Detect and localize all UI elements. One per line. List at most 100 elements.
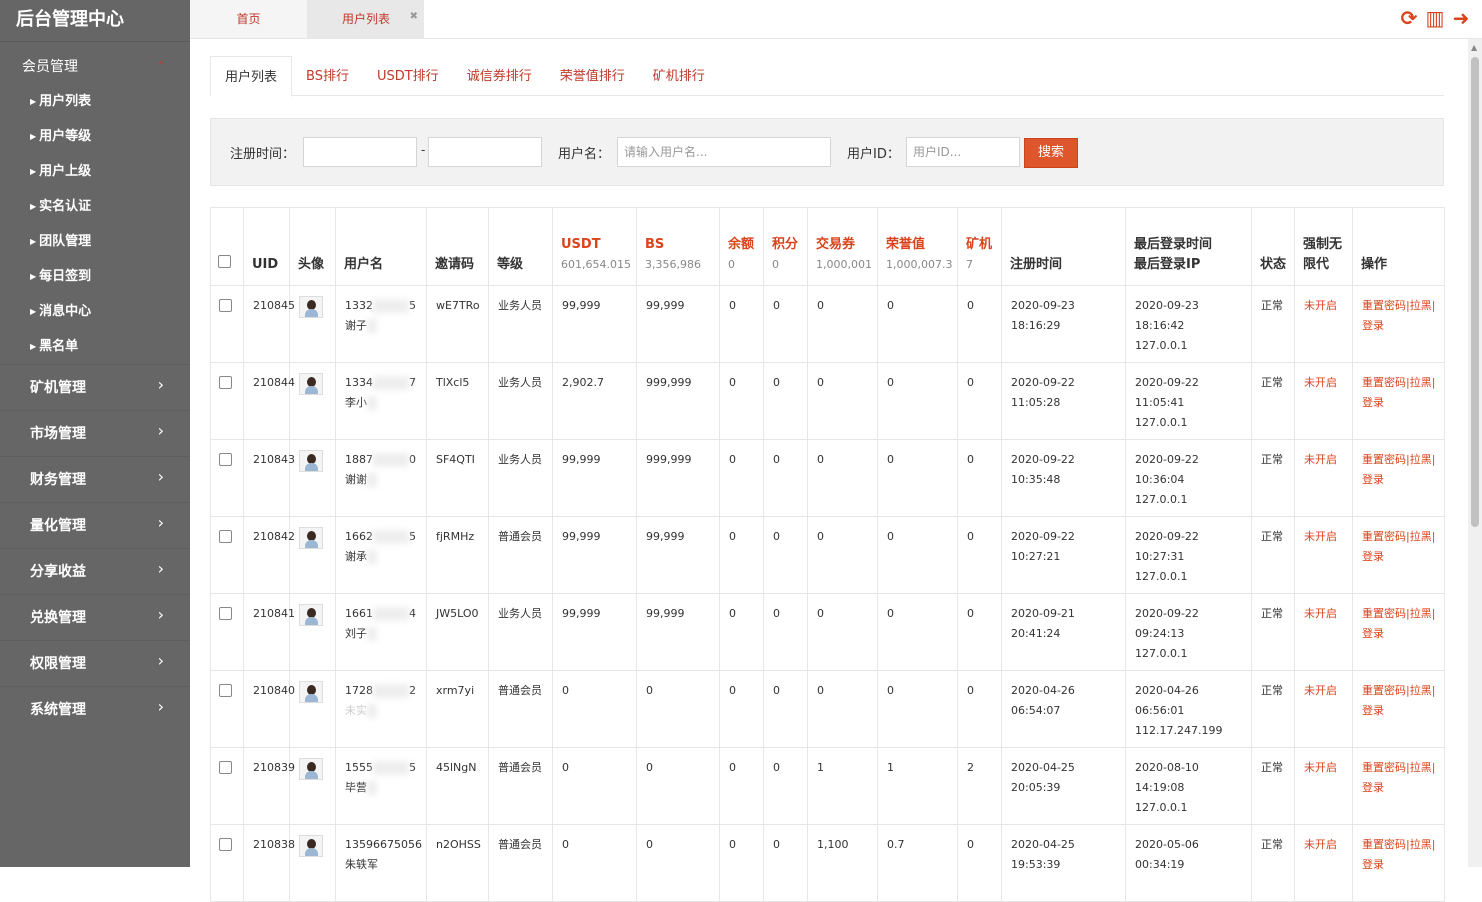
- scroll-up-icon[interactable]: ▲: [1471, 43, 1477, 52]
- sidebar-subitem[interactable]: ▶ 每日签到: [0, 259, 190, 294]
- sidebar-group[interactable]: 财务管理 ›: [0, 456, 190, 502]
- reset-password-link[interactable]: 重置密码|: [1362, 530, 1410, 543]
- redacted-mask: [367, 550, 377, 564]
- tab-home[interactable]: 首页: [190, 0, 308, 38]
- row-checkbox[interactable]: [219, 838, 232, 851]
- header-balance[interactable]: 余额 0: [719, 207, 764, 286]
- login-as-link[interactable]: 登录: [1362, 627, 1384, 640]
- header-usdt[interactable]: USDT 601,654.015: [552, 207, 637, 286]
- content-tab[interactable]: 荣誉值排行: [546, 56, 639, 96]
- sidebar-group[interactable]: 矿机管理 ›: [0, 364, 190, 410]
- login-as-link[interactable]: 登录: [1362, 550, 1384, 563]
- sidebar-subitem[interactable]: ▶ 消息中心: [0, 294, 190, 329]
- content-tab[interactable]: 矿机排行: [639, 56, 719, 96]
- row-checkbox[interactable]: [219, 684, 232, 697]
- force-cell[interactable]: 未开启: [1294, 824, 1353, 902]
- blacklist-link[interactable]: 拉黑|: [1410, 299, 1436, 312]
- login-as-link[interactable]: 登录: [1362, 704, 1384, 717]
- reset-password-link[interactable]: 重置密码|: [1362, 299, 1410, 312]
- login-as-link[interactable]: 登录: [1362, 781, 1384, 794]
- sidebar-group-label: 系统管理: [30, 702, 86, 718]
- row-checkbox[interactable]: [219, 607, 232, 620]
- sidebar-group[interactable]: 分享收益 ›: [0, 548, 190, 594]
- reset-password-link[interactable]: 重置密码|: [1362, 453, 1410, 466]
- sidebar-subitem[interactable]: ▶ 用户上级: [0, 154, 190, 189]
- sidebar-group[interactable]: 量化管理 ›: [0, 502, 190, 548]
- content-tab[interactable]: 诚信券排行: [453, 56, 546, 96]
- close-icon[interactable]: ✖: [410, 0, 418, 36]
- redacted-mask: [373, 607, 409, 621]
- refresh-icon[interactable]: ⟳: [1398, 6, 1420, 30]
- sidebar-group[interactable]: 市场管理 ›: [0, 410, 190, 456]
- sidebar-subitem[interactable]: ▶ 用户等级: [0, 119, 190, 154]
- reset-password-link[interactable]: 重置密码|: [1362, 838, 1410, 851]
- row-checkbox[interactable]: [219, 299, 232, 312]
- row-checkbox[interactable]: [219, 761, 232, 774]
- row-checkbox[interactable]: [219, 376, 232, 389]
- reset-password-link[interactable]: 重置密码|: [1362, 684, 1410, 697]
- trash-icon[interactable]: ▥: [1424, 6, 1446, 30]
- content-tab[interactable]: 用户列表: [210, 56, 293, 97]
- blacklist-link[interactable]: 拉黑|: [1410, 376, 1436, 389]
- blacklist-link[interactable]: 拉黑|: [1410, 838, 1436, 851]
- blacklist-link[interactable]: 拉黑|: [1410, 684, 1436, 697]
- search-button[interactable]: 搜索: [1024, 138, 1078, 168]
- row-checkbox[interactable]: [219, 530, 232, 543]
- sidebar-subitem[interactable]: ▶ 实名认证: [0, 189, 190, 224]
- menu-member-header[interactable]: 会员管理 ˄: [0, 50, 190, 84]
- username-input[interactable]: 请输入用户名...: [617, 137, 831, 167]
- select-all-checkbox[interactable]: [218, 255, 231, 268]
- sidebar-subitem[interactable]: ▶ 团队管理: [0, 224, 190, 259]
- sidebar-subitem[interactable]: ▶ 黑名单: [0, 329, 190, 364]
- content-tab[interactable]: USDT排行: [363, 56, 453, 96]
- sidebar-subitem[interactable]: ▶ 用户列表: [0, 84, 190, 119]
- phone-prefix: 1555: [345, 761, 373, 774]
- redacted-mask: [367, 704, 377, 718]
- page-scrollbar[interactable]: ▲: [1468, 39, 1482, 867]
- reg-time-start-input[interactable]: [303, 137, 417, 167]
- login-as-link[interactable]: 登录: [1362, 396, 1384, 409]
- force-cell[interactable]: 未开启: [1294, 439, 1353, 517]
- tab-user-list[interactable]: 用户列表 ✖: [308, 0, 424, 38]
- force-cell[interactable]: 未开启: [1294, 516, 1353, 594]
- force-cell[interactable]: 未开启: [1294, 362, 1353, 440]
- sidebar-group[interactable]: 权限管理 ›: [0, 640, 190, 686]
- force-cell[interactable]: 未开启: [1294, 593, 1353, 671]
- chevron-up-icon: ˄: [158, 60, 164, 74]
- login-date: 2020-09-22: [1135, 530, 1199, 543]
- main-content: 用户列表 BS排行 USDT排行 诚信券排行 荣誉值排行 矿机排行 注册时间： - 用户名…: [210, 56, 1445, 902]
- blacklist-link[interactable]: 拉黑|: [1410, 761, 1436, 774]
- blacklist-link[interactable]: 拉黑|: [1410, 607, 1436, 620]
- sidebar-group[interactable]: 兑换管理 ›: [0, 594, 190, 640]
- force-cell[interactable]: 未开启: [1294, 670, 1353, 748]
- force-cell[interactable]: 未开启: [1294, 747, 1353, 825]
- login-as-link[interactable]: 登录: [1362, 858, 1384, 871]
- reset-password-link[interactable]: 重置密码|: [1362, 761, 1410, 774]
- scrollbar-thumb[interactable]: [1471, 57, 1479, 527]
- logout-icon[interactable]: ➜: [1450, 6, 1472, 30]
- reset-password-link[interactable]: 重置密码|: [1362, 376, 1410, 389]
- reg-time-cell: 2020-09-22 10:35:48: [1001, 439, 1126, 517]
- reg-clock: 10:35:48: [1011, 473, 1061, 486]
- force-cell[interactable]: 未开启: [1294, 285, 1353, 363]
- login-as-link[interactable]: 登录: [1362, 319, 1384, 332]
- reset-password-link[interactable]: 重置密码|: [1362, 607, 1410, 620]
- reg-time-cell: 2020-09-21 20:41:24: [1001, 593, 1126, 671]
- header-points[interactable]: 积分 0: [763, 207, 808, 286]
- redacted-mask: [373, 684, 409, 698]
- sidebar-group[interactable]: 系统管理 ›: [0, 686, 190, 732]
- header-honor[interactable]: 荣誉值 1,000,007.3: [877, 207, 958, 286]
- login-as-link[interactable]: 登录: [1362, 473, 1384, 486]
- reg-time-end-input[interactable]: [428, 137, 542, 167]
- blacklist-link[interactable]: 拉黑|: [1410, 453, 1436, 466]
- content-tab[interactable]: BS排行: [292, 56, 363, 96]
- username-cell: 1662 5 谢承: [335, 516, 427, 594]
- blacklist-link[interactable]: 拉黑|: [1410, 530, 1436, 543]
- header-select-all[interactable]: [210, 207, 244, 286]
- ops-cell: 重置密码|拉黑| 登录: [1352, 593, 1445, 671]
- row-checkbox[interactable]: [219, 453, 232, 466]
- header-miner[interactable]: 矿机 7: [957, 207, 1002, 286]
- header-trade[interactable]: 交易券 1,000,001: [807, 207, 878, 286]
- uid-input[interactable]: 用户ID...: [906, 137, 1020, 167]
- header-bs[interactable]: BS 3,356,986: [636, 207, 720, 286]
